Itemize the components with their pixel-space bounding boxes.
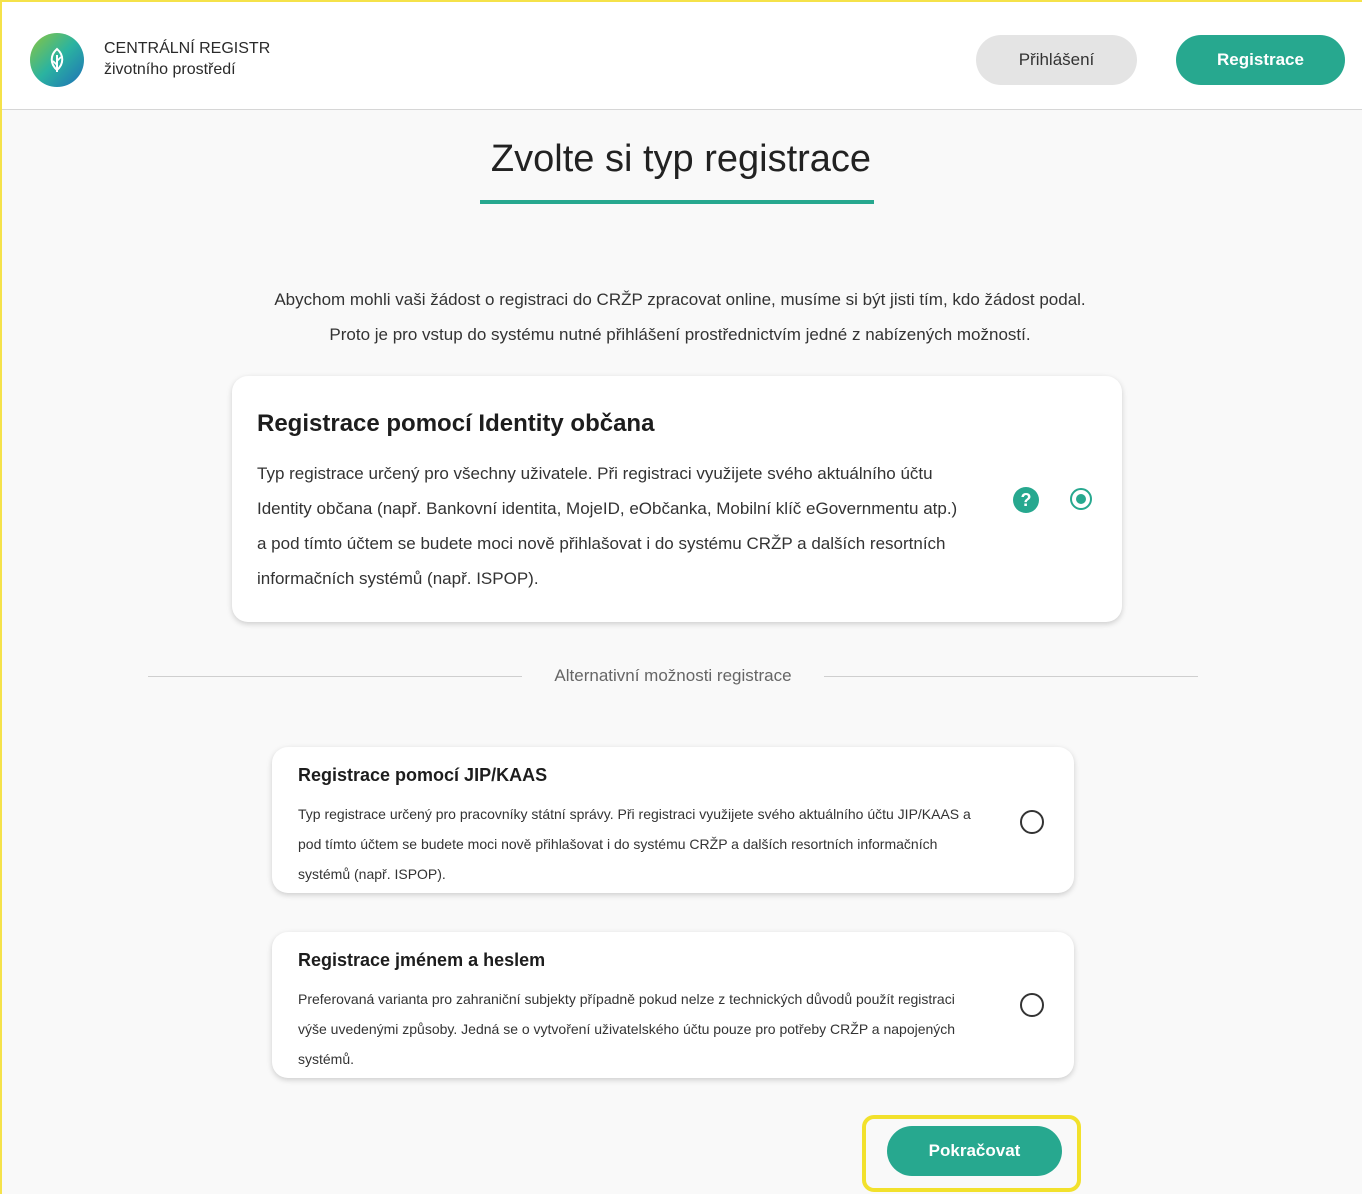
top-bar: CENTRÁLNÍ REGISTR životního prostředí Př…: [0, 0, 1362, 110]
divider-left: [148, 676, 522, 677]
brand-name: CENTRÁLNÍ REGISTR životního prostředí: [104, 38, 270, 80]
option-title: Registrace pomocí JIP/KAAS: [298, 765, 548, 785]
intro-line-1: Abychom mohli vaši žádost o registraci d…: [274, 290, 1086, 309]
title-underline: [480, 200, 874, 204]
radio-identity[interactable]: [1070, 488, 1092, 510]
leaf-icon: [50, 47, 64, 72]
logo[interactable]: [30, 33, 84, 87]
option-card-name-password[interactable]: Registrace jménem a heslem Preferovaná v…: [272, 932, 1074, 1078]
divider-right: [824, 676, 1198, 677]
option-description: Typ registrace určený pro všechny uživat…: [257, 464, 958, 588]
intro-line-2: Proto je pro vstup do systému nutné přih…: [329, 325, 1031, 344]
register-button[interactable]: Registrace: [1176, 35, 1345, 85]
brand-line-1: CENTRÁLNÍ REGISTR: [104, 40, 271, 57]
intro-text: Abychom mohli vaši žádost o registraci d…: [180, 282, 1180, 352]
page-title: Zvolte si typ registrace: [490, 138, 872, 180]
option-title: Registrace pomocí Identity občana: [257, 410, 655, 437]
option-title: Registrace jménem a heslem: [298, 950, 546, 970]
alternative-options-label: Alternativní možnosti registrace: [554, 666, 792, 685]
radio-jip-kaas[interactable]: [1020, 810, 1044, 834]
option-card-identity[interactable]: Registrace pomocí Identity občana Typ re…: [232, 376, 1122, 622]
help-icon[interactable]: ?: [1013, 487, 1039, 513]
option-description: Typ registrace určený pro pracovníky stá…: [298, 806, 971, 882]
continue-button[interactable]: Pokračovat: [887, 1126, 1062, 1176]
radio-name-password[interactable]: [1020, 993, 1044, 1017]
brand-line-2: životního prostředí: [104, 61, 236, 78]
option-card-jip-kaas[interactable]: Registrace pomocí JIP/KAAS Typ registrac…: [272, 747, 1074, 893]
option-description: Preferovaná varianta pro zahraniční subj…: [298, 991, 956, 1067]
login-button[interactable]: Přihlášení: [976, 35, 1137, 85]
